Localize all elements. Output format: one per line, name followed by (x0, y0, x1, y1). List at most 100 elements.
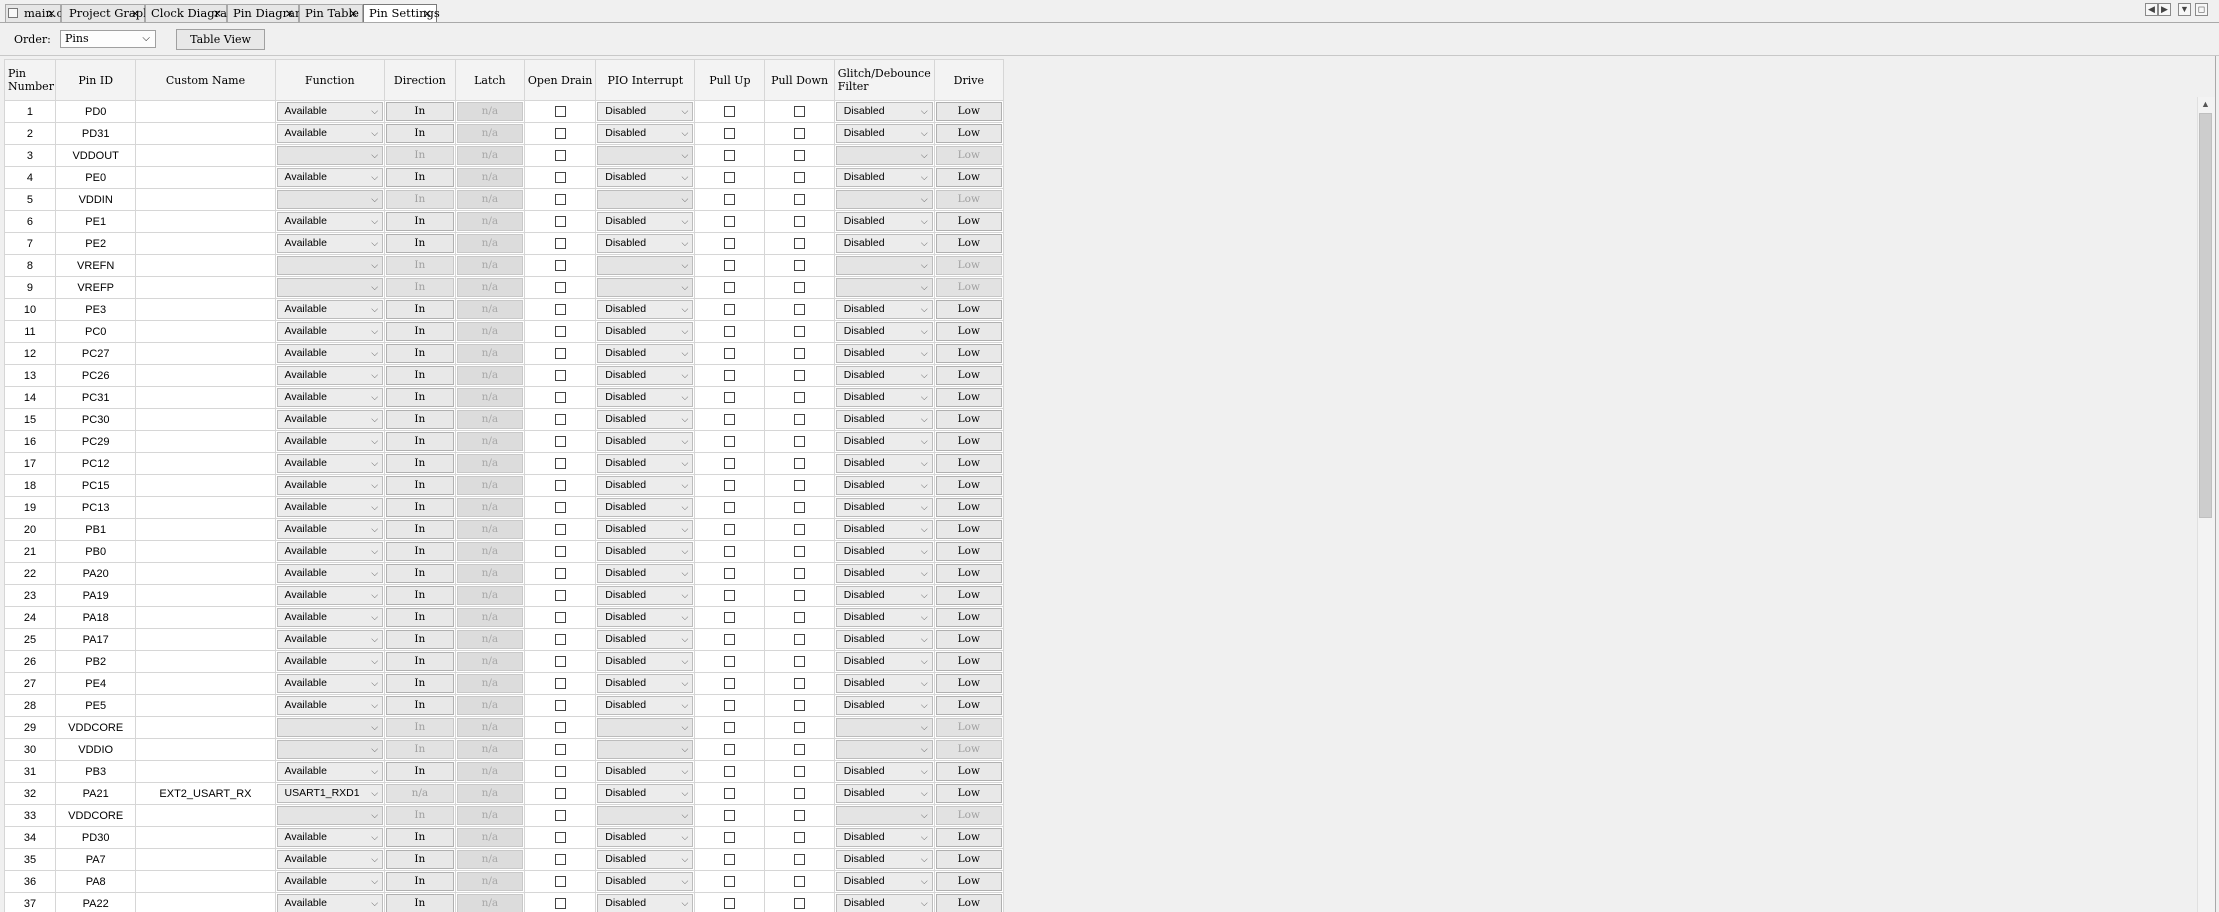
direction-button[interactable]: In (386, 476, 454, 495)
latch-button[interactable]: n/a (456, 718, 523, 737)
custom-name-field[interactable] (135, 188, 276, 211)
drive-button[interactable]: Low (935, 806, 1002, 825)
direction-button[interactable]: In (386, 124, 454, 143)
table-row[interactable]: 13 PC26 Available ⌵ In n/a Disabled ⌵ Disabled ⌵ L… (4, 364, 1004, 387)
function-select[interactable]: USART1_RXD1 ⌵ (276, 784, 384, 803)
direction-button[interactable]: In (386, 542, 454, 561)
latch-button[interactable]: n/a (456, 696, 523, 715)
drive-button[interactable]: Low (935, 256, 1002, 275)
pull-down-checkbox[interactable] (794, 766, 806, 778)
table-row[interactable]: 8 VREFN ⌵ In n/a ⌵ ⌵ Low (4, 254, 1004, 277)
open-drain-checkbox[interactable] (554, 106, 566, 118)
direction-button[interactable]: In (386, 740, 454, 759)
open-drain-checkbox[interactable] (554, 238, 566, 250)
table-row[interactable]: 33 VDDCORE ⌵ In n/a ⌵ ⌵ Low (4, 804, 1004, 827)
pio-interrupt-select[interactable]: ⌵ (597, 718, 694, 737)
glitch-filter-select[interactable]: Disabled ⌵ (835, 674, 933, 693)
pull-down-checkbox[interactable] (794, 612, 806, 624)
pull-down-checkbox[interactable] (794, 568, 806, 580)
open-drain-checkbox[interactable] (554, 854, 566, 866)
function-select[interactable]: Available ⌵ (276, 828, 384, 847)
col-header-glitch-debounce-filter[interactable]: Glitch/Debounce Filter (833, 59, 935, 101)
pull-down-checkbox[interactable] (794, 282, 806, 294)
direction-button[interactable]: In (386, 586, 454, 605)
pull-down-checkbox[interactable] (794, 524, 806, 536)
function-select[interactable]: Available ⌵ (276, 630, 384, 649)
custom-name-field[interactable] (135, 364, 276, 387)
function-select[interactable]: Available ⌵ (276, 344, 384, 363)
pio-interrupt-select[interactable]: Disabled ⌵ (597, 234, 694, 253)
pull-up-checkbox[interactable] (724, 238, 736, 250)
open-drain-checkbox[interactable] (554, 150, 566, 162)
glitch-filter-select[interactable]: Disabled ⌵ (835, 366, 933, 385)
custom-name-field[interactable] (135, 628, 276, 651)
drive-button[interactable]: Low (935, 674, 1002, 693)
col-header-function[interactable]: Function (274, 59, 386, 101)
pull-down-checkbox[interactable] (794, 744, 806, 756)
pull-up-checkbox[interactable] (724, 568, 736, 580)
latch-button[interactable]: n/a (456, 608, 523, 627)
open-drain-checkbox[interactable] (554, 876, 566, 888)
table-row[interactable]: 37 PA22 Available ⌵ In n/a Disabled ⌵ Disabled ⌵ L… (4, 892, 1004, 912)
latch-button[interactable]: n/a (456, 278, 523, 297)
glitch-filter-select[interactable]: Disabled ⌵ (835, 322, 933, 341)
table-row[interactable]: 19 PC13 Available ⌵ In n/a Disabled ⌵ Disabled ⌵ L… (4, 496, 1004, 519)
pull-down-checkbox[interactable] (794, 392, 806, 404)
direction-button[interactable]: In (386, 674, 454, 693)
open-drain-checkbox[interactable] (554, 304, 566, 316)
pio-interrupt-select[interactable]: ⌵ (597, 190, 694, 209)
direction-button[interactable]: In (386, 806, 454, 825)
glitch-filter-select[interactable]: Disabled ⌵ (835, 850, 933, 869)
pio-interrupt-select[interactable]: Disabled ⌵ (597, 696, 694, 715)
function-select[interactable]: Available ⌵ (276, 476, 384, 495)
open-drain-checkbox[interactable] (554, 546, 566, 558)
pull-down-checkbox[interactable] (794, 700, 806, 712)
table-row[interactable]: 34 PD30 Available ⌵ In n/a Disabled ⌵ Disabled ⌵ L… (4, 826, 1004, 849)
close-icon[interactable]: × (423, 5, 432, 22)
drive-button[interactable]: Low (935, 102, 1002, 121)
glitch-filter-select[interactable]: Disabled ⌵ (835, 410, 933, 429)
pull-up-checkbox[interactable] (724, 612, 736, 624)
function-select[interactable]: ⌵ (276, 718, 384, 737)
custom-name-field[interactable]: EXT2_USART_RX (135, 782, 276, 805)
pull-down-checkbox[interactable] (794, 678, 806, 690)
direction-button[interactable]: In (386, 652, 454, 671)
pull-down-checkbox[interactable] (794, 458, 806, 470)
open-drain-checkbox[interactable] (554, 128, 566, 140)
custom-name-field[interactable] (135, 870, 276, 893)
function-select[interactable]: Available ⌵ (276, 322, 384, 341)
pull-up-checkbox[interactable] (724, 348, 736, 360)
scroll-tabs-right-icon[interactable]: ▶ (2158, 3, 2171, 16)
function-select[interactable]: Available ⌵ (276, 124, 384, 143)
pull-down-checkbox[interactable] (794, 348, 806, 360)
latch-button[interactable]: n/a (456, 300, 523, 319)
glitch-filter-select[interactable]: ⌵ (835, 740, 933, 759)
pull-down-checkbox[interactable] (794, 370, 806, 382)
pio-interrupt-select[interactable]: ⌵ (597, 278, 694, 297)
custom-name-field[interactable] (135, 100, 276, 123)
open-drain-checkbox[interactable] (554, 480, 566, 492)
pull-up-checkbox[interactable] (724, 128, 736, 140)
function-select[interactable]: Available ⌵ (276, 234, 384, 253)
pull-up-checkbox[interactable] (724, 480, 736, 492)
table-row[interactable]: 27 PE4 Available ⌵ In n/a Disabled ⌵ Disabled ⌵ Lo… (4, 672, 1004, 695)
pull-down-checkbox[interactable] (794, 722, 806, 734)
pull-down-checkbox[interactable] (794, 194, 806, 206)
latch-button[interactable]: n/a (456, 146, 523, 165)
direction-button[interactable]: In (386, 520, 454, 539)
pio-interrupt-select[interactable]: Disabled ⌵ (597, 388, 694, 407)
drive-button[interactable]: Low (935, 432, 1002, 451)
latch-button[interactable]: n/a (456, 168, 523, 187)
pio-interrupt-select[interactable]: Disabled ⌵ (597, 124, 694, 143)
function-select[interactable]: Available ⌵ (276, 608, 384, 627)
glitch-filter-select[interactable]: Disabled ⌵ (835, 586, 933, 605)
pull-up-checkbox[interactable] (724, 150, 736, 162)
drive-button[interactable]: Low (935, 190, 1002, 209)
glitch-filter-select[interactable]: Disabled ⌵ (835, 102, 933, 121)
pull-up-checkbox[interactable] (724, 832, 736, 844)
col-header-open-drain[interactable]: Open Drain (523, 59, 597, 101)
pull-up-checkbox[interactable] (724, 370, 736, 382)
latch-button[interactable]: n/a (456, 454, 523, 473)
drive-button[interactable]: Low (935, 366, 1002, 385)
glitch-filter-select[interactable]: Disabled ⌵ (835, 520, 933, 539)
